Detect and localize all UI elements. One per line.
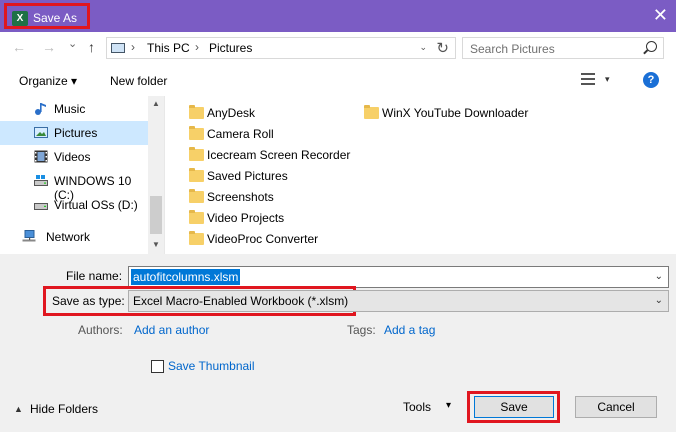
view-options-icon[interactable] (581, 73, 595, 85)
folder-icon (189, 189, 204, 203)
file-name-input[interactable]: autofitcolumns.xlsm ⌄ (128, 266, 669, 288)
sidebar-item-pictures[interactable]: Pictures (0, 121, 148, 145)
folder-icon (364, 105, 379, 119)
folder-name: Camera Roll (207, 127, 274, 141)
address-bar[interactable]: › This PC › Pictures ⌄ ↻ (106, 37, 456, 59)
folder-icon (189, 126, 204, 140)
folder-icon (189, 147, 204, 161)
tools-button[interactable]: Tools (403, 400, 431, 414)
window-title: Save As (33, 11, 78, 25)
command-toolbar: Organize ▾ New folder ▾ ? (0, 64, 676, 96)
videos-icon (34, 150, 48, 163)
search-icon (646, 41, 657, 52)
address-row: ← → ⌄ ↑ › This PC › Pictures ⌄ ↻ Search … (0, 32, 676, 64)
organize-button[interactable]: Organize ▾ (19, 74, 77, 88)
excel-icon: X (12, 11, 28, 26)
music-icon (35, 103, 46, 115)
sidebar-item-label: Pictures (54, 126, 98, 140)
save-form: File name: autofitcolumns.xlsm ⌄ Save as… (0, 254, 676, 432)
sidebar-item-network[interactable]: Network (0, 225, 148, 249)
back-arrow-icon[interactable]: ← (12, 40, 26, 54)
file-list: AnyDesk Camera Roll Icecream Screen Reco… (164, 96, 676, 254)
tags-label: Tags: (347, 323, 376, 337)
search-input[interactable]: Search Pictures (462, 37, 664, 59)
scrollbar-thumb[interactable] (150, 196, 162, 234)
file-name-value: autofitcolumns.xlsm (131, 269, 241, 285)
folder-icon (189, 231, 204, 245)
sidebar-item-windows-10-drive[interactable]: WINDOWS 10 (C:) (0, 169, 148, 202)
folder-name: Video Projects (207, 211, 285, 225)
save-button[interactable]: Save (474, 396, 554, 418)
drive-icon (34, 175, 48, 186)
folder-name: WinX YouTube Downloader (382, 106, 529, 120)
breadcrumb-this-pc[interactable]: This PC (147, 41, 190, 55)
chevron-up-icon: ▲ (14, 404, 23, 414)
search-placeholder: Search Pictures (470, 42, 555, 56)
navigation-pane: Music Pictures Videos WINDOWS 10 (C:) Vi… (0, 96, 164, 254)
title-highlight-outline: X Save As (4, 3, 90, 29)
sidebar-item-videos[interactable]: Videos (0, 145, 148, 169)
folder-icon (189, 210, 204, 224)
folder-icon (189, 168, 204, 182)
save-as-type-value: Excel Macro-Enabled Workbook (*.xlsm) (133, 294, 349, 308)
add-author-link[interactable]: Add an author (134, 323, 209, 337)
save-thumbnail-label[interactable]: Save Thumbnail (168, 359, 255, 373)
pictures-icon (34, 127, 48, 138)
file-name-dropdown-icon[interactable]: ⌄ (655, 271, 663, 282)
up-arrow-icon[interactable]: ↑ (88, 40, 95, 54)
cancel-button[interactable]: Cancel (575, 396, 657, 418)
forward-arrow-icon[interactable]: → (42, 40, 56, 54)
new-folder-button[interactable]: New folder (110, 74, 167, 88)
help-icon[interactable]: ? (643, 72, 659, 88)
refresh-icon[interactable]: ↻ (436, 39, 449, 57)
folder-name: Saved Pictures (207, 169, 288, 183)
breadcrumb-separator-icon: › (195, 40, 199, 54)
folder-name: AnyDesk (207, 106, 256, 120)
sidebar-item-music[interactable]: Music (0, 97, 148, 121)
sidebar-item-virtual-oss-drive[interactable]: Virtual OSs (D:) (0, 193, 148, 217)
hide-folders-label: Hide Folders (30, 402, 99, 416)
tools-dropdown-icon[interactable]: ▾ (446, 400, 451, 411)
sidebar-item-label: Network (46, 230, 91, 244)
sidebar-item-label: Virtual OSs (D:) (54, 198, 138, 212)
address-dropdown-icon[interactable]: ⌄ (419, 42, 427, 53)
close-icon[interactable]: ✕ (653, 5, 668, 25)
breadcrumb-separator-icon: › (131, 40, 135, 54)
this-pc-icon (111, 43, 125, 53)
authors-label: Authors: (78, 323, 123, 337)
sidebar-item-label: Music (54, 102, 86, 116)
scroll-up-icon[interactable]: ▲ (152, 99, 160, 108)
save-as-type-dropdown-icon[interactable]: ⌄ (655, 295, 663, 306)
view-dropdown-icon[interactable]: ▾ (605, 74, 610, 85)
sidebar-item-label: Videos (54, 150, 91, 164)
folder-name: Icecream Screen Recorder (207, 148, 351, 162)
sidebar-scrollbar[interactable]: ▲ ▼ (148, 96, 164, 254)
save-as-type-label: Save as type: (52, 294, 125, 308)
title-bar: X Save As ✕ (0, 0, 676, 32)
scroll-down-icon[interactable]: ▼ (152, 240, 160, 249)
network-icon (22, 230, 36, 242)
recent-locations-dropdown-icon[interactable]: ⌄ (68, 37, 77, 51)
file-name-label: File name: (66, 269, 123, 283)
save-thumbnail-checkbox[interactable] (151, 360, 164, 373)
save-as-type-select[interactable]: Excel Macro-Enabled Workbook (*.xlsm) ⌄ (128, 290, 669, 312)
folder-name: Screenshots (207, 190, 274, 204)
folder-name: VideoProc Converter (207, 232, 319, 246)
drive-icon (34, 203, 48, 210)
folder-icon (189, 105, 204, 119)
add-tag-link[interactable]: Add a tag (384, 323, 435, 337)
breadcrumb-pictures[interactable]: Pictures (209, 41, 252, 55)
